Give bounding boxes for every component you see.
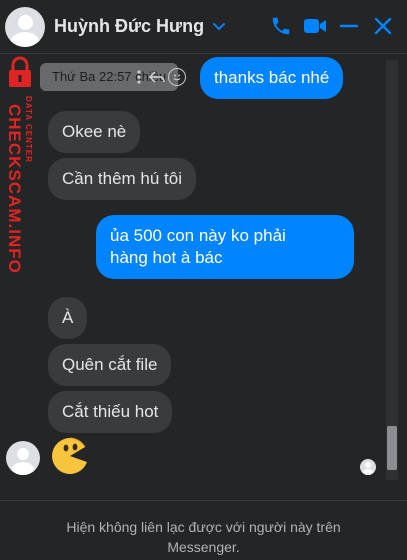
message-bubble[interactable]: Cần thêm hú tôi (48, 158, 197, 200)
message-line: ủa 500 con này ko phải (110, 226, 286, 245)
contact-name[interactable]: Huỳnh Đức Hưng (54, 16, 204, 37)
unavailable-notice: Hiện không liên lạc được với người này t… (0, 500, 407, 560)
message-bubble[interactable]: Cắt thiếu hot (48, 391, 173, 433)
react-icon[interactable] (168, 68, 186, 86)
scrollbar[interactable] (383, 60, 401, 480)
video-icon[interactable] (303, 14, 327, 38)
message-bubble[interactable]: ủa 500 con này ko phải hàng hot à bác (96, 215, 354, 279)
notice-line: Messenger. (167, 539, 240, 555)
contact-avatar[interactable] (5, 6, 45, 47)
message-bubble[interactable]: À (48, 297, 88, 339)
chat-header: Huỳnh Đức Hưng (0, 0, 407, 54)
message-bubble[interactable]: Okee nè (48, 111, 141, 153)
message-line: hàng hot à bác (110, 248, 223, 267)
notice-line: Hiện không liên lạc được với người này t… (66, 519, 341, 535)
minimize-icon[interactable] (337, 14, 361, 38)
chevron-down-icon[interactable] (212, 20, 226, 34)
close-icon[interactable] (371, 14, 395, 38)
reply-icon[interactable] (148, 68, 166, 86)
message-list[interactable]: Thứ Ba 22:57 chiều thanks bác nhé Okee n… (0, 54, 407, 484)
scrollbar-thumb[interactable] (387, 426, 397, 470)
more-options-icon[interactable] (130, 68, 148, 86)
message-bubble[interactable]: Quên cắt file (48, 344, 172, 386)
seen-avatar (360, 459, 376, 475)
pacman-sticker[interactable] (50, 435, 90, 477)
phone-icon[interactable] (269, 14, 293, 38)
sender-avatar[interactable] (6, 441, 40, 475)
message-bubble[interactable]: thanks bác nhé (200, 57, 344, 99)
